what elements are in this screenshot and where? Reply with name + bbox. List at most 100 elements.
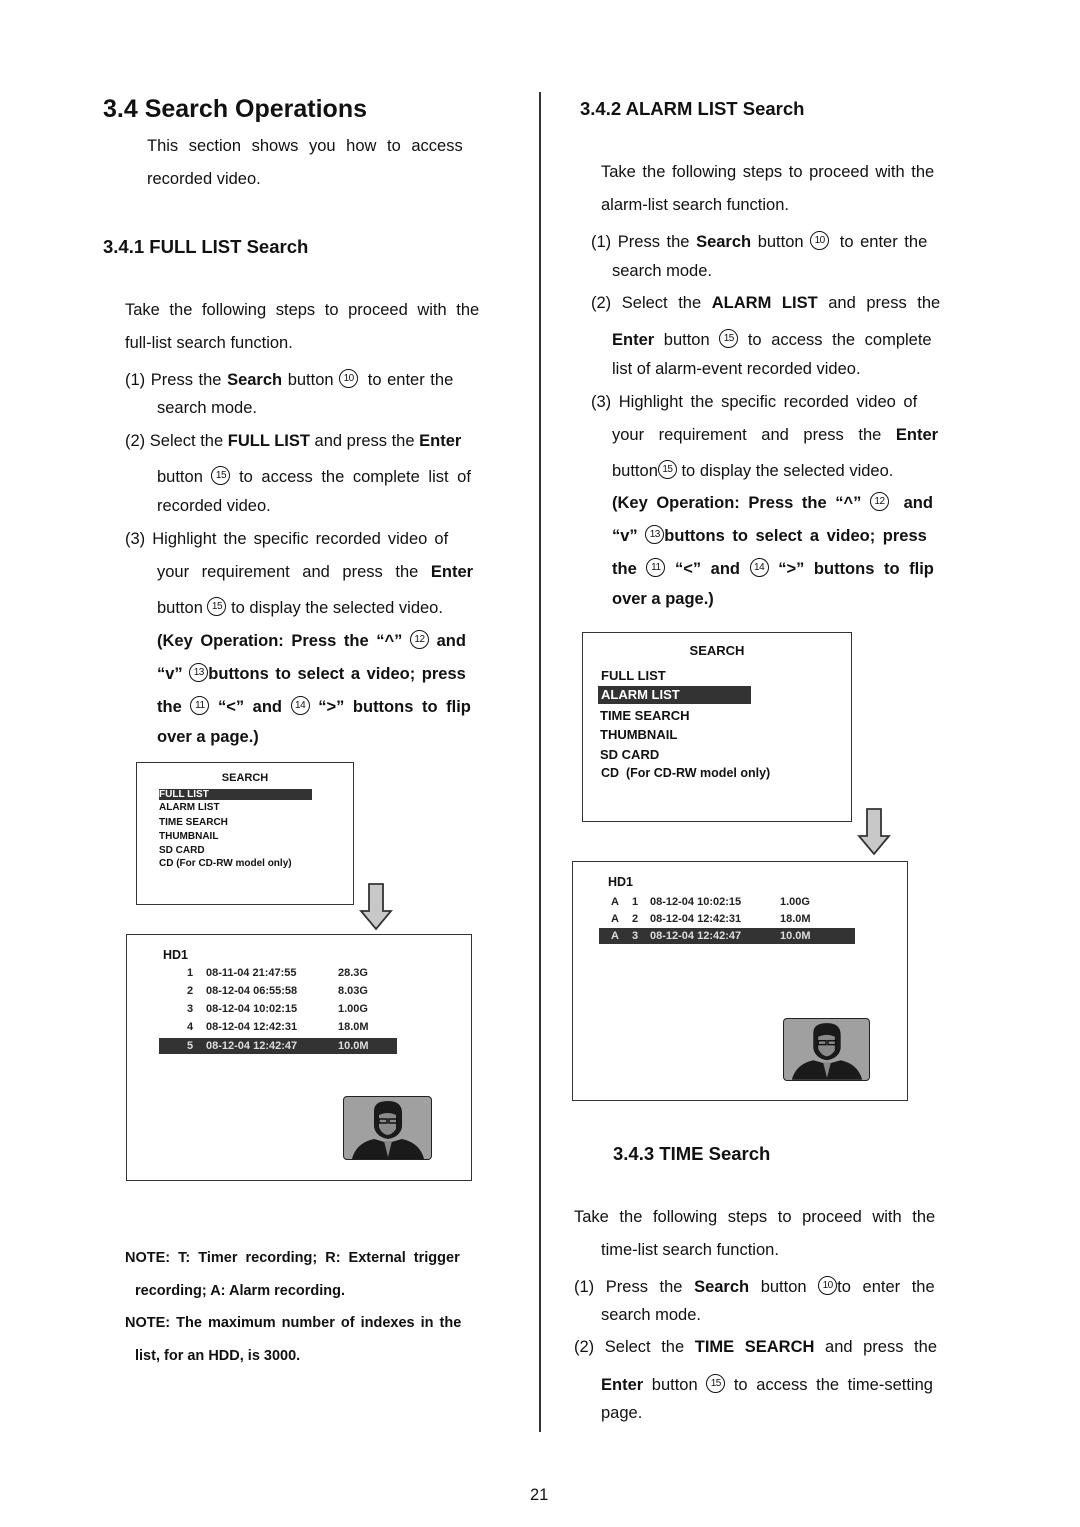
full-list-step-1-cont: search mode.: [157, 399, 257, 417]
menu-item-alarm-list[interactable]: ALARM LIST: [159, 802, 220, 813]
step-text: button: [663, 331, 710, 349]
step-text: Select the: [621, 294, 702, 312]
row-type: A: [611, 930, 619, 942]
enter-label: Enter: [430, 563, 474, 581]
down-arrow-icon: [359, 883, 393, 931]
menu-item-cd[interactable]: CD (For CD-RW model only): [159, 858, 292, 869]
step-number: (1): [125, 371, 146, 389]
step-text: Select the: [149, 432, 224, 450]
alarm-key-op-line-3: the 11 “<” and 14 “>” buttons to flip: [612, 558, 934, 579]
step-number: (2): [591, 294, 612, 312]
step-number: (3): [591, 393, 612, 411]
button-10-icon: 10: [339, 369, 359, 388]
alarm-list-step-3: (3) Highlight the specific recorded vide…: [591, 393, 917, 412]
step-text: and press the: [825, 1338, 937, 1356]
row-index: 5: [187, 1040, 194, 1052]
step-text: to access the complete list of: [239, 468, 471, 486]
step-text: Highlight the specific recorded video of: [618, 393, 918, 411]
full-list-search-menu: SEARCH FULL LIST ALARM LIST TIME SEARCH …: [136, 762, 354, 905]
key-op-text: buttons to select a video; press: [208, 665, 466, 683]
list-row[interactable]: 3 08-12-04 10:02:15 1.00G: [159, 1001, 397, 1017]
menu-item-time-search[interactable]: TIME SEARCH: [600, 708, 690, 723]
list-row[interactable]: 4 08-12-04 12:42:31 18.0M: [159, 1019, 397, 1035]
row-index: 4: [187, 1021, 194, 1033]
button-11-icon: 11: [646, 558, 666, 577]
key-op-text: “<” and: [674, 560, 740, 578]
row-datetime: 08-11-04 21:47:55: [206, 967, 297, 979]
time-search-heading: 3.4.3 TIME Search: [613, 1143, 771, 1164]
list-row[interactable]: A 2 08-12-04 12:42:31 18.0M: [599, 911, 855, 927]
step-text: Highlight the specific recorded video of: [152, 530, 449, 548]
step-text: button: [651, 1376, 698, 1394]
full-list-step-2-cont: button 15 to access the complete list of: [157, 466, 471, 487]
row-index: 2: [632, 913, 639, 925]
menu-item-sd-card[interactable]: SD CARD: [159, 845, 205, 856]
menu-item-alarm-list[interactable]: ALARM LIST: [598, 686, 751, 704]
menu-item-full-list[interactable]: FULL LIST: [159, 789, 312, 800]
menu-item-sd-card[interactable]: SD CARD: [600, 747, 659, 762]
button-15-icon: 15: [719, 329, 739, 348]
row-size: 10.0M: [780, 930, 811, 942]
list-row[interactable]: A 3 08-12-04 12:42:47 10.0M: [599, 928, 855, 944]
step-text: to display the selected video.: [681, 462, 894, 480]
step-text: button: [287, 371, 334, 389]
row-datetime: 08-12-04 12:42:31: [650, 913, 742, 925]
alarm-list-label: ALARM LIST: [711, 294, 818, 312]
row-index: 3: [632, 930, 639, 942]
search-button-label: Search: [694, 1278, 750, 1296]
row-index: 2: [187, 985, 194, 997]
button-10-icon: 10: [810, 231, 830, 250]
list-row[interactable]: 1 08-11-04 21:47:55 28.3G: [159, 965, 397, 981]
step-text: your requirement and press the: [157, 563, 419, 581]
list-row[interactable]: 2 08-12-04 06:55:58 8.03G: [159, 983, 397, 999]
note-line: NOTE: T: Timer recording; R: External tr…: [125, 1242, 495, 1275]
row-datetime: 08-12-04 12:42:31: [206, 1021, 298, 1033]
alarm-list-step-3-cont2: button 15 to display the selected video.: [612, 460, 893, 481]
menu-item-thumbnail[interactable]: THUMBNAIL: [600, 727, 677, 742]
note-text: list, for an HDD, is 3000.: [135, 1348, 301, 1364]
search-button-label: Search: [696, 233, 752, 251]
alarm-list-step-1: (1) Press the Search button 10 to enter …: [591, 231, 927, 252]
key-op-text: and: [903, 494, 933, 512]
button-13-icon: 13: [645, 525, 665, 544]
step-text: to display the selected video.: [231, 599, 443, 617]
note-text: NOTE: The maximum number of indexes in t…: [125, 1315, 462, 1331]
menu-item-thumbnail[interactable]: THUMBNAIL: [159, 831, 218, 842]
intro-line-2: recorded video.: [147, 170, 261, 188]
button-15-icon: 15: [706, 1374, 726, 1393]
menu-item-full-list[interactable]: FULL LIST: [601, 668, 666, 683]
menu-title: SEARCH: [689, 643, 745, 658]
row-type: A: [611, 913, 619, 925]
full-list-results: HD1 1 08-11-04 21:47:55 28.3G 2 08-12-04 06:…: [126, 934, 472, 1181]
row-index: 1: [632, 896, 639, 908]
row-datetime: 08-12-04 10:02:15: [206, 1003, 298, 1015]
menu-item-time-search[interactable]: TIME SEARCH: [159, 817, 228, 828]
key-op-text: “<” and: [217, 698, 282, 716]
row-size: 18.0M: [338, 1021, 369, 1033]
enter-label: Enter: [612, 331, 655, 349]
step-number: (1): [574, 1278, 595, 1296]
list-row[interactable]: A 1 08-12-04 10:02:15 1.00G: [599, 894, 855, 910]
time-search-step-2-cont2: page.: [601, 1404, 643, 1422]
button-12-icon: 12: [409, 630, 429, 649]
alarm-list-heading: 3.4.2 ALARM LIST Search: [580, 98, 805, 119]
step-text: to enter the: [839, 233, 928, 251]
key-op-line-2: “v” 13 buttons to select a video; press: [157, 663, 466, 684]
step-text: button: [612, 462, 658, 480]
enter-label: Enter: [419, 432, 462, 450]
step-text: Select the: [604, 1338, 685, 1356]
button-15-icon: 15: [211, 466, 231, 485]
alarm-list-results: HD1 A 1 08-12-04 10:02:15 1.00G A 2 08-12-04 1…: [572, 861, 908, 1101]
menu-item-cd[interactable]: CD (For CD-RW model only): [601, 766, 770, 780]
step-text: to access the time-setting: [733, 1376, 933, 1394]
drive-label: HD1: [608, 875, 634, 889]
row-index: 1: [187, 967, 194, 979]
button-13-icon: 13: [189, 663, 209, 682]
row-index: 3: [187, 1003, 194, 1015]
menu-title: SEARCH: [221, 772, 269, 784]
alarm-list-step-2-cont: Enter button 15 to access the complete: [612, 329, 932, 350]
full-list-step-3-cont: your requirement and press the Enter: [157, 563, 473, 582]
list-row[interactable]: 5 08-12-04 12:42:47 10.0M: [159, 1038, 397, 1054]
alarm-list-intro-2: alarm-list search function.: [601, 196, 789, 214]
key-op-text: the: [157, 698, 182, 716]
